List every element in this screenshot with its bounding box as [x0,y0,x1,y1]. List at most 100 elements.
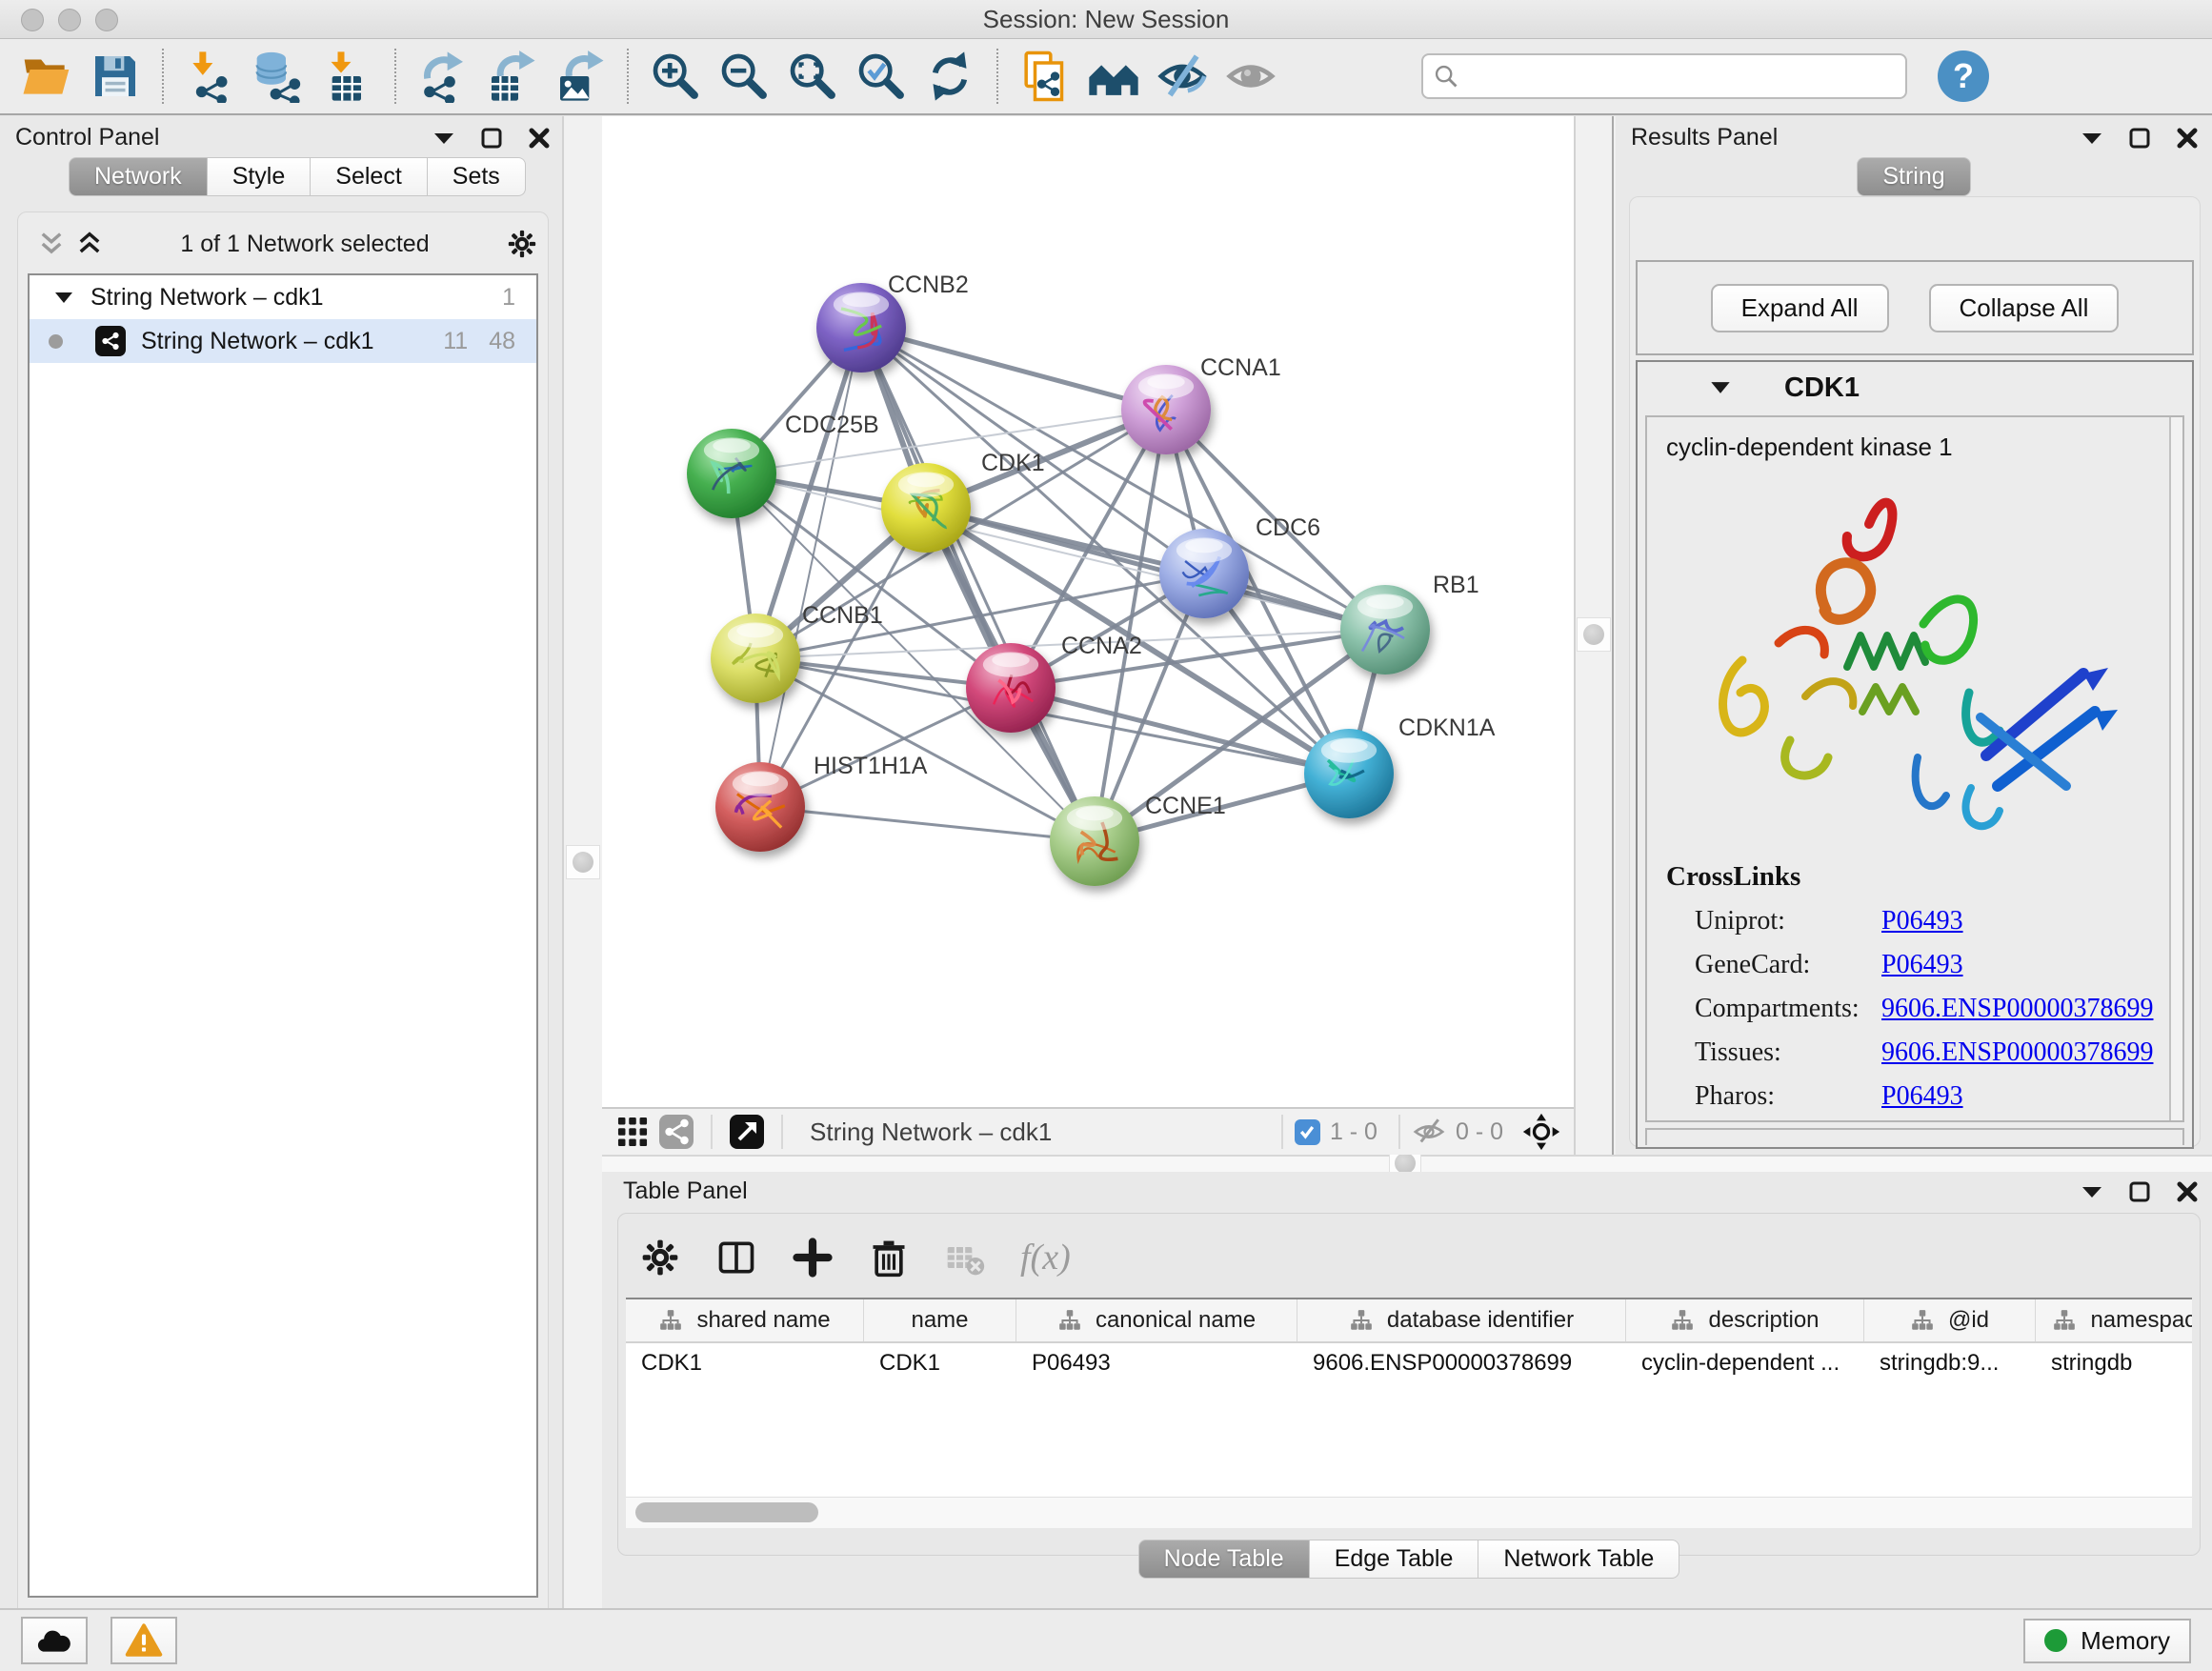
column-header-name[interactable]: name [864,1299,1016,1341]
birdseye-toggle-button[interactable] [654,1111,699,1153]
column-header-namespace[interactable]: namespace [2036,1299,2192,1341]
save-session-button[interactable] [84,45,147,108]
node-CCNA1[interactable] [1121,365,1211,454]
edge-HIST1H1A-CCNE1[interactable] [760,807,1095,841]
fit-content-button[interactable] [1518,1111,1564,1153]
memory-button[interactable]: Memory [2023,1619,2191,1663]
node-CCNE1[interactable] [1050,796,1139,886]
right-splitter-handle[interactable] [1577,617,1611,652]
node-CCNA2[interactable] [966,643,1056,733]
crosslink-link[interactable]: P06493 [1881,906,1963,936]
cell-name[interactable]: CDK1 [864,1350,1016,1377]
node-CDC6[interactable] [1159,529,1249,618]
panel-float-icon[interactable] [2128,1180,2151,1203]
panel-menu-caret-icon[interactable] [2081,1185,2103,1198]
tab-select[interactable]: Select [311,157,427,196]
panel-float-icon[interactable] [2128,127,2151,150]
collapse-all-chevron-icon[interactable] [37,230,66,258]
results-scrollbar[interactable] [2169,417,2182,1120]
export-image-button[interactable] [549,45,612,108]
panel-close-icon[interactable] [528,127,551,150]
node-HIST1H1A[interactable] [715,762,805,852]
node-CCNB1[interactable] [711,614,800,703]
export-table-button[interactable] [480,45,543,108]
node-CDK1[interactable] [881,463,971,553]
expand-all-chevron-icon[interactable] [75,230,104,258]
tab-string[interactable]: String [1857,157,1970,196]
table-row[interactable]: CDK1CDK1P064939606.ENSP00000378699cyclin… [626,1343,2192,1383]
zoom-selected-button[interactable] [850,45,913,108]
string-import-button[interactable] [1014,45,1076,108]
zoom-fit-button[interactable] [781,45,844,108]
import-network-button[interactable] [179,45,242,108]
zoom-window-button[interactable] [95,9,118,31]
cell-database-identifier[interactable]: 9606.ENSP00000378699 [1297,1350,1626,1377]
open-in-window-button[interactable] [724,1111,770,1153]
search-input[interactable] [1459,62,1896,91]
hide-panel-eye-button[interactable] [1151,45,1214,108]
panel-menu-caret-icon[interactable] [2081,131,2103,145]
crosslink-link[interactable]: 9606.ENSP00000378699 [1881,1037,2153,1068]
collapse-caret-icon[interactable] [1710,381,1731,394]
tab-style[interactable]: Style [208,157,312,196]
tab-edge-table[interactable]: Edge Table [1310,1540,1479,1579]
node-CDKN1A[interactable] [1304,729,1394,818]
edge-CCNB2-HIST1H1A[interactable] [760,328,861,807]
network-collection-row[interactable]: String Network – cdk1 1 [30,275,536,319]
minimize-window-button[interactable] [58,9,81,31]
network-options-gear-icon[interactable] [506,228,538,260]
import-database-button[interactable] [248,45,311,108]
cell-shared-name[interactable]: CDK1 [626,1350,864,1377]
cell-namespace[interactable]: stringdb [2036,1350,2192,1377]
column-header-shared-name[interactable]: shared name [626,1299,864,1341]
tree-expand-caret-icon[interactable] [54,292,73,304]
search-box[interactable] [1421,53,1907,99]
show-columns-icon[interactable] [715,1237,757,1278]
grid-view-button[interactable] [612,1111,654,1153]
panel-menu-caret-icon[interactable] [432,131,455,145]
cell-description[interactable]: cyclin-dependent ... [1626,1350,1864,1377]
column-header-canonical-name[interactable]: canonical name [1016,1299,1297,1341]
left-splitter[interactable] [562,116,604,1608]
cell-canonical-name[interactable]: P06493 [1016,1350,1297,1377]
selected-nodes-checkbox[interactable] [1295,1119,1320,1145]
collapse-all-button[interactable]: Collapse All [1929,284,2120,332]
network-row[interactable]: String Network – cdk1 11 48 [30,319,536,363]
node-CDC25B[interactable] [687,429,776,518]
column-header-@id[interactable]: @id [1864,1299,2036,1341]
presentation-eye-button[interactable] [1219,45,1282,108]
tab-sets[interactable]: Sets [428,157,526,196]
import-table-button[interactable] [316,45,379,108]
hscrollbar-thumb[interactable] [635,1502,818,1522]
help-button[interactable]: ? [1938,50,1989,102]
cloud-status-button[interactable] [21,1617,88,1664]
warning-status-button[interactable] [111,1617,177,1664]
expand-all-button[interactable]: Expand All [1711,284,1889,332]
crosslink-link[interactable]: 9606.ENSP00000378699 [1881,994,2153,1024]
open-session-button[interactable] [15,45,78,108]
close-window-button[interactable] [21,9,44,31]
tab-network-table[interactable]: Network Table [1478,1540,1679,1579]
delete-table-icon[interactable] [944,1237,986,1278]
add-column-plus-icon[interactable] [792,1237,834,1278]
cell-@id[interactable]: stringdb:9... [1864,1350,2036,1377]
right-splitter[interactable] [1574,116,1619,1155]
zoom-out-button[interactable] [713,45,775,108]
column-header-database-identifier[interactable]: database identifier [1297,1299,1626,1341]
panel-float-icon[interactable] [480,127,503,150]
zoom-in-button[interactable] [644,45,707,108]
crosslink-link[interactable]: P06493 [1881,950,1963,980]
protein-card-header[interactable]: CDK1 [1638,362,2192,413]
column-header-description[interactable]: description [1626,1299,1864,1341]
function-builder-icon[interactable]: f(x) [1020,1237,1071,1278]
crosslink-link[interactable]: P06493 [1881,1081,1963,1112]
left-splitter-handle[interactable] [566,845,600,879]
tab-node-table[interactable]: Node Table [1138,1540,1310,1579]
refresh-view-button[interactable] [918,45,981,108]
table-options-gear-icon[interactable] [639,1237,681,1278]
home-layouts-button[interactable] [1082,45,1145,108]
panel-close-icon[interactable] [2176,1180,2199,1203]
node-RB1[interactable] [1340,585,1430,674]
table-hscrollbar[interactable] [626,1497,2192,1528]
network-canvas[interactable]: CCNB2CCNA1CDC25BCDK1CDC6RB1CCNB1CCNA2CDK… [602,116,1574,1107]
